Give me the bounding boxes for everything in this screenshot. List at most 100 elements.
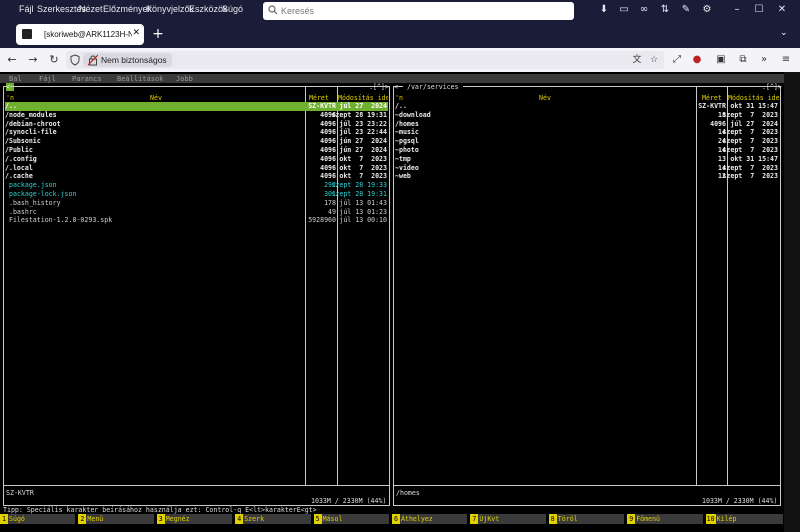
back-icon[interactable]: ← — [5, 53, 19, 67]
mc-menu-command[interactable]: Parancs — [72, 75, 102, 83]
fkey-9[interactable]: 9 Főmenü — [627, 514, 703, 524]
mc-menu-right[interactable]: Jobb — [176, 75, 193, 83]
extensions-icon[interactable]: ⧉ — [736, 53, 750, 67]
menu-history[interactable]: Előzmények — [103, 4, 152, 14]
left-file-row[interactable]: /.. SZ-KVTR júl 27 2024 — [5, 102, 388, 111]
left-file-row[interactable]: Filestation-1.2.8-0293.spk 5928960 júl 13 … — [5, 216, 388, 225]
right-free-space: 1033M / 2330M (44%) — [702, 497, 778, 505]
left-file-row[interactable]: /Public 4096 jún 27 2024 — [5, 146, 388, 155]
right-file-row[interactable]: ~music 14 szept 7 2023 — [395, 128, 779, 137]
file-name: /synocli-file — [5, 128, 57, 137]
right-file-row[interactable]: ~video 14 szept 7 2023 — [395, 164, 779, 173]
sync-icon[interactable]: ⇅ — [658, 3, 672, 17]
right-file-row[interactable]: ~download 18 szept 7 2023 — [395, 111, 779, 120]
left-file-row[interactable]: package.json 292 szept 28 19:33 — [5, 181, 388, 190]
security-chip[interactable]: Nem biztonságos — [83, 53, 172, 67]
left-file-row[interactable]: .bash_history 178 júl 13 01:43 — [5, 199, 388, 208]
file-date: szept 7 2023 — [722, 172, 778, 181]
function-key-bar: 1 Súgó 2 Menü 3 Megnéz 4 Szerk 5 Másol 6 Áthelyez 7 Ú… — [0, 514, 784, 524]
extension-arrows-icon[interactable]: ⤢ — [670, 53, 684, 67]
chevron-down-icon[interactable]: ⌄ — [780, 28, 788, 38]
downloads-icon[interactable]: ⬇ — [597, 3, 611, 17]
right-file-row[interactable]: /.. SZ-KVTR okt 31 15:47 — [395, 102, 779, 111]
left-file-row[interactable]: /debian-chroot 4096 júl 23 23:22 — [5, 120, 388, 129]
fkey-10[interactable]: 10 Kilép — [705, 514, 783, 524]
fkey-5[interactable]: 5 Másol — [313, 514, 390, 524]
translate-icon[interactable]: 文 — [630, 53, 644, 67]
fkey-1[interactable]: 1 Súgó — [0, 514, 76, 524]
reload-icon[interactable]: ↻ — [47, 53, 61, 67]
left-panel-flags[interactable]: .[^]> — [369, 83, 389, 91]
fkey-3[interactable]: 3 Megnéz — [156, 514, 233, 524]
gear-icon[interactable]: ⚙ — [700, 3, 714, 17]
left-col-date[interactable]: Módosítás ideje — [338, 94, 388, 102]
left-col-size[interactable]: Méret — [309, 94, 329, 102]
terminal-scrollbar[interactable] — [784, 72, 800, 532]
file-name: ~web — [395, 172, 411, 181]
bookmark-star-icon[interactable]: ☆ — [647, 53, 661, 67]
search-input[interactable]: Keresés — [263, 2, 574, 20]
file-date: júl 13 00:10 — [339, 216, 387, 225]
mc-menu-left[interactable]: Bal — [9, 75, 22, 83]
left-sort-indicator[interactable]: 'n — [6, 94, 14, 102]
left-file-row[interactable]: package-lock.json 301 szept 28 19:31 — [5, 190, 388, 199]
right-col-size[interactable]: Méret — [702, 94, 722, 102]
right-panel-path[interactable]: /var/services — [403, 83, 463, 91]
fkey-label: Áthelyez — [400, 514, 468, 524]
file-name: ~tmp — [395, 154, 411, 163]
right-status: /homes — [396, 489, 420, 497]
right-file-row[interactable]: ~tmp 13 okt 31 15:47 — [395, 155, 779, 164]
fkey-8[interactable]: 8 Töröl — [548, 514, 625, 524]
minimize-icon[interactable]: – — [730, 3, 744, 17]
fkey-4[interactable]: 4 Szerk — [235, 514, 311, 524]
menu-file[interactable]: Fájl — [19, 4, 34, 14]
left-col-name[interactable]: Név — [150, 94, 162, 102]
left-file-row[interactable]: /node_modules 4096 szept 28 19:31 — [5, 111, 388, 120]
new-tab-icon[interactable]: + — [150, 26, 166, 42]
right-col-name[interactable]: Név — [539, 94, 551, 102]
fkey-label: Kilép — [715, 514, 783, 524]
right-file-row[interactable]: /homes 4096 júl 27 2024 — [395, 120, 779, 129]
mc-menu-file[interactable]: Fájl — [39, 75, 56, 83]
menu-bookmarks[interactable]: Könyvjelzők — [146, 4, 194, 14]
fkey-7[interactable]: 7 ÚjKvt — [470, 514, 546, 524]
menu-icon[interactable]: ≡ — [779, 53, 793, 67]
right-col-date[interactable]: Módosítás ideje — [728, 94, 780, 102]
left-file-row[interactable]: /.config 4096 okt 7 2023 — [5, 155, 388, 164]
private-mask-icon[interactable]: ∞ — [637, 3, 651, 17]
fkey-number: 3 — [156, 514, 165, 524]
left-file-row[interactable]: /synocli-file 4096 júl 23 22:44 — [5, 128, 388, 137]
file-name: package-lock.json — [5, 190, 77, 198]
overflow-icon[interactable]: » — [757, 53, 771, 67]
wrench-icon[interactable]: ✎ — [679, 3, 693, 17]
left-file-row[interactable]: /.cache 4096 okt 7 2023 — [5, 172, 388, 181]
sidebar-icon[interactable]: ▭ — [617, 3, 631, 17]
insecure-lock-icon — [88, 54, 98, 66]
left-file-row[interactable]: /Subsonic 4096 jún 27 2024 — [5, 137, 388, 146]
fkey-number: 4 — [235, 514, 244, 524]
left-file-row[interactable]: /.local 4096 okt 7 2023 — [5, 164, 388, 173]
fkey-6[interactable]: 6 Áthelyez — [392, 514, 468, 524]
right-sort-indicator[interactable]: 'n — [395, 94, 403, 102]
menu-view[interactable]: Nézet — [79, 4, 103, 14]
file-date: szept 7 2023 — [722, 137, 778, 146]
maximize-icon[interactable]: ☐ — [752, 3, 766, 17]
file-date: okt 7 2023 — [339, 172, 387, 181]
right-file-row[interactable]: ~web 12 szept 7 2023 — [395, 172, 779, 181]
shield-icon[interactable] — [70, 54, 80, 66]
browser-tab[interactable]: [skoriweb@ARK1123H-NAS ✕ — [16, 24, 144, 45]
fkey-2[interactable]: 2 Menü — [78, 514, 154, 524]
right-panel-flags[interactable]: .[^]> — [762, 83, 782, 91]
extension-badge-icon[interactable]: ▣ — [714, 53, 728, 67]
left-file-row[interactable]: .bashrc 49 júl 13 01:23 — [5, 208, 388, 217]
file-date: júl 23 22:44 — [339, 128, 387, 137]
right-file-row[interactable]: ~photo 14 szept 7 2023 — [395, 146, 779, 155]
close-tab-icon[interactable]: ✕ — [132, 28, 140, 38]
mc-menu-options[interactable]: Beállítások — [117, 75, 163, 83]
menu-help[interactable]: Súgó — [222, 4, 243, 14]
address-bar[interactable]: Nem biztonságos 文 ☆ — [66, 51, 664, 69]
right-file-row[interactable]: ~pgsql 24 szept 7 2023 — [395, 137, 779, 146]
ublock-icon[interactable]: ● — [690, 53, 704, 67]
close-window-icon[interactable]: ✕ — [775, 3, 789, 17]
forward-icon[interactable]: → — [26, 53, 40, 67]
